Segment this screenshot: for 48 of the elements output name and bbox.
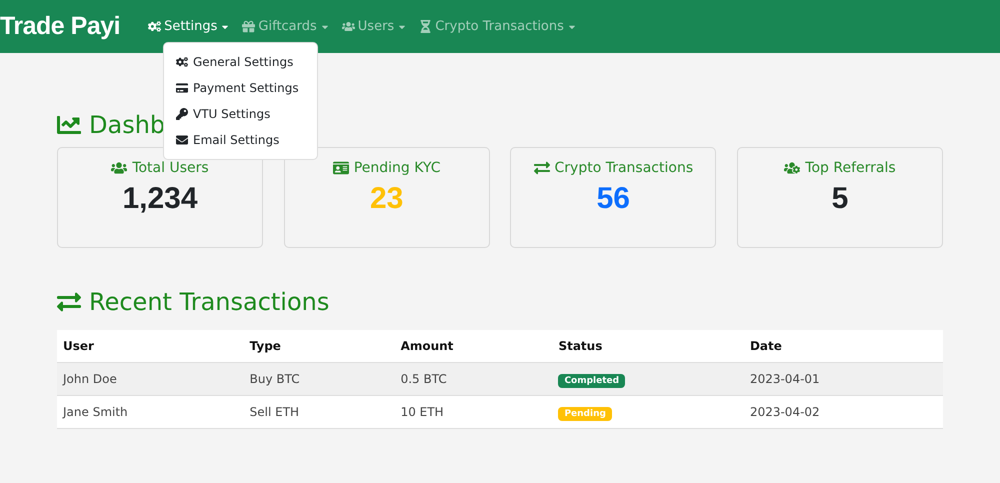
card-value: 1,234 bbox=[122, 182, 198, 216]
hourglass-icon bbox=[419, 20, 432, 33]
line-chart-icon bbox=[57, 113, 81, 137]
exchange-icon bbox=[534, 160, 550, 176]
card-value: 5 bbox=[832, 182, 848, 216]
gears-icon bbox=[176, 56, 188, 68]
envelope-icon bbox=[176, 134, 188, 146]
card-title: Total Users bbox=[132, 160, 209, 176]
card-value: 56 bbox=[596, 182, 630, 216]
table-cell: 2023-04-02 bbox=[744, 396, 943, 428]
brand-logo[interactable]: Trade Payi bbox=[0, 12, 120, 41]
key-icon bbox=[176, 108, 188, 120]
users-gear-icon bbox=[784, 160, 800, 176]
column-header: User bbox=[57, 330, 244, 362]
nav-dropdown[interactable]: Crypto Transactions bbox=[413, 19, 583, 34]
menu-item[interactable]: VTU Settings bbox=[164, 101, 317, 127]
column-header: Type bbox=[244, 330, 395, 362]
table-cell: 10 ETH bbox=[394, 396, 552, 428]
column-header: Status bbox=[552, 330, 744, 362]
exchange-icon bbox=[57, 290, 81, 314]
menu-item[interactable]: Payment Settings bbox=[164, 75, 317, 101]
credit-card-icon bbox=[176, 82, 188, 94]
card-title: Pending KYC bbox=[354, 160, 440, 176]
table-cell: Buy BTC bbox=[244, 362, 395, 396]
nav-dropdown[interactable]: Giftcards bbox=[236, 19, 336, 34]
table-cell: Jane Smith bbox=[57, 396, 244, 428]
id-card-icon bbox=[332, 160, 349, 176]
nav-dropdown[interactable]: Settings bbox=[142, 19, 236, 34]
gift-icon bbox=[242, 20, 256, 33]
dashboard-title: Dashb bbox=[89, 111, 166, 139]
users-icon bbox=[111, 160, 128, 176]
gears-icon bbox=[148, 20, 162, 33]
users-icon bbox=[342, 20, 355, 33]
table-cell: 2023-04-01 bbox=[744, 362, 943, 396]
menu-item[interactable]: Email Settings bbox=[164, 127, 317, 153]
status-badge: Completed bbox=[558, 374, 626, 388]
status-badge: Pending bbox=[558, 407, 612, 421]
card-title: Crypto Transactions bbox=[554, 160, 694, 176]
nav-dropdown[interactable]: Users bbox=[336, 19, 414, 34]
column-header: Amount bbox=[394, 330, 552, 362]
card-title: Top Referrals bbox=[805, 160, 896, 176]
column-header: Date bbox=[744, 330, 943, 362]
card-value: 23 bbox=[370, 182, 404, 216]
recent-title: Recent Transactions bbox=[89, 288, 330, 316]
menu-item[interactable]: General Settings bbox=[164, 49, 317, 75]
table-cell: John Doe bbox=[57, 362, 244, 396]
table-cell: Sell ETH bbox=[244, 396, 395, 428]
table-cell: 0.5 BTC bbox=[394, 362, 552, 396]
